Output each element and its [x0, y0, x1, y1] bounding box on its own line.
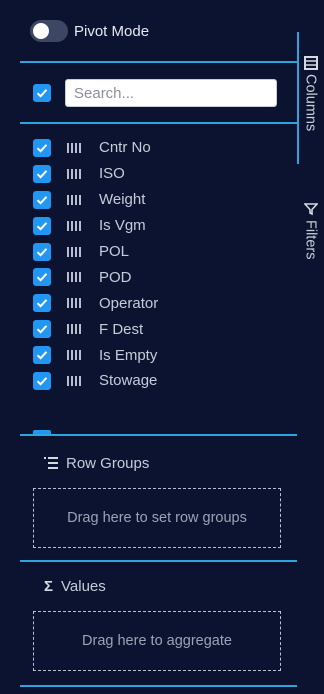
drag-handle-icon[interactable]: [67, 298, 81, 309]
list-item[interactable]: Cntr No: [33, 135, 158, 161]
tab-columns[interactable]: Columns: [297, 56, 324, 131]
column-checkbox[interactable]: [33, 371, 51, 390]
list-item[interactable]: POL: [33, 239, 158, 265]
check-icon: [36, 247, 48, 257]
list-item[interactable]: Weight: [33, 187, 158, 213]
column-checkbox[interactable]: [33, 190, 51, 209]
check-icon: [36, 325, 48, 334]
column-label: POD: [99, 268, 132, 286]
column-label: Weight: [99, 191, 146, 209]
column-label: Is Empty: [99, 346, 158, 364]
values-drop-text: Drag here to aggregate: [82, 633, 232, 649]
column-label: Cntr No: [99, 139, 151, 157]
column-checkbox[interactable]: [33, 320, 51, 339]
column-search-input[interactable]: [65, 79, 277, 107]
check-icon: [36, 273, 48, 283]
column-checkbox[interactable]: [33, 216, 51, 235]
pivot-mode-toggle[interactable]: [30, 20, 68, 42]
values-title: Values: [61, 578, 106, 595]
drag-handle-icon[interactable]: [67, 220, 81, 231]
column-label: F Dest: [99, 320, 144, 338]
column-label: Is Vgm: [99, 217, 146, 235]
side-bar: Columns Filters: [297, 0, 324, 694]
column-list: Cntr No ISO Weight Is Vgm POL POD Operator F De…: [33, 135, 158, 394]
pivot-mode-label: Pivot Mode: [74, 22, 150, 40]
drag-handle-icon[interactable]: [67, 324, 81, 335]
list-item[interactable]: ISO: [33, 161, 158, 187]
column-label: Stowage: [99, 372, 158, 390]
check-icon: [36, 221, 48, 231]
row-groups-dropzone[interactable]: Drag here to set row groups: [33, 488, 281, 548]
column-checkbox[interactable]: [33, 346, 51, 365]
list-item[interactable]: POD: [33, 264, 158, 290]
check-icon: [36, 89, 48, 98]
drag-handle-icon[interactable]: [67, 168, 81, 179]
row-groups-header: Row Groups: [44, 455, 149, 472]
tab-filters-label: Filters: [302, 220, 319, 260]
check-icon: [36, 351, 48, 360]
column-checkbox[interactable]: [33, 138, 51, 157]
row-groups-icon: [44, 456, 58, 472]
divider: [20, 122, 297, 124]
drag-handle-icon[interactable]: [67, 246, 81, 257]
column-checkbox[interactable]: [33, 242, 51, 261]
check-icon: [36, 377, 48, 386]
divider: [20, 560, 297, 562]
filter-icon: [303, 203, 318, 216]
row-groups-drop-text: Drag here to set row groups: [67, 510, 247, 526]
drag-handle-icon[interactable]: [67, 142, 81, 153]
check-icon: [36, 195, 48, 205]
column-label: POL: [99, 243, 130, 260]
sigma-icon: Σ: [44, 578, 54, 595]
row-groups-title: Row Groups: [66, 455, 150, 472]
list-item[interactable]: Stowage: [33, 368, 158, 394]
values-dropzone[interactable]: Drag here to aggregate: [33, 611, 281, 671]
list-item[interactable]: Is Empty: [33, 342, 158, 368]
drag-handle-icon[interactable]: [67, 375, 81, 386]
column-checkbox[interactable]: [33, 268, 51, 287]
column-checkbox[interactable]: [33, 294, 51, 313]
values-header: Σ Values: [44, 578, 106, 595]
check-icon: [36, 144, 48, 153]
columns-icon: [303, 56, 318, 70]
drag-handle-icon[interactable]: [67, 272, 81, 283]
list-item[interactable]: Is Vgm: [33, 213, 158, 239]
column-label: ISO: [99, 165, 125, 183]
tab-filters[interactable]: Filters: [297, 202, 324, 259]
column-label: Operator: [99, 294, 159, 312]
divider: [20, 434, 297, 436]
check-icon: [36, 299, 48, 308]
list-item[interactable]: F Dest: [33, 316, 158, 342]
column-search-row: [33, 79, 277, 107]
tab-columns-label: Columns: [302, 74, 319, 132]
toggle-knob: [33, 23, 49, 39]
pivot-mode-row[interactable]: Pivot Mode: [30, 20, 149, 42]
tool-panel: Pivot Mode Cntr No ISO Weight Is Vgm POL POD O…: [0, 0, 297, 694]
divider: [20, 685, 297, 687]
column-checkbox[interactable]: [33, 164, 51, 183]
drag-handle-icon[interactable]: [67, 194, 81, 205]
list-item[interactable]: Operator: [33, 290, 158, 316]
check-icon: [36, 169, 48, 179]
divider: [20, 61, 297, 63]
select-all-checkbox[interactable]: [33, 84, 51, 102]
drag-handle-icon[interactable]: [67, 350, 81, 361]
